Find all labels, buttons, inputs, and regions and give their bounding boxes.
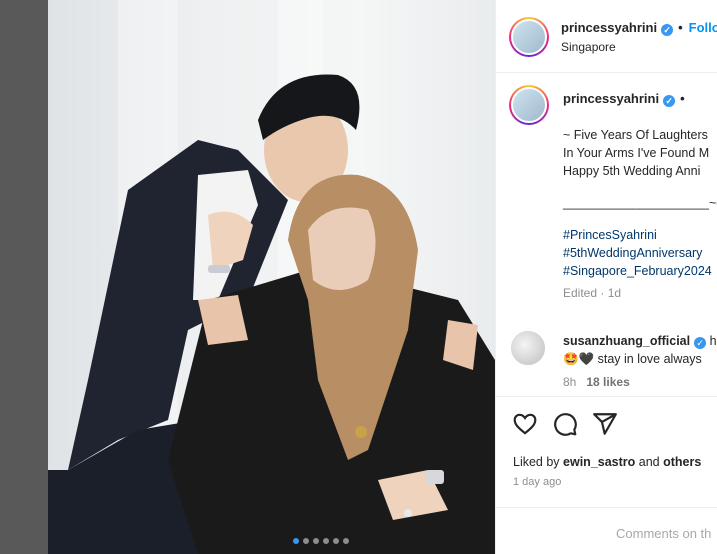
- hashtag-link[interactable]: #Singapore_February2024: [563, 262, 717, 280]
- carousel-dots: [293, 538, 349, 544]
- caption-avatar[interactable]: [509, 85, 549, 125]
- caption-line: In Your Arms I've Found M: [563, 146, 710, 160]
- carousel-dot: [293, 538, 299, 544]
- share-icon[interactable]: [592, 411, 618, 437]
- comment-extra: h: [709, 334, 717, 348]
- hashtag-link[interactable]: #PrincesSyahrini: [563, 226, 717, 244]
- comment-time: 8h: [563, 375, 577, 389]
- commenter-username[interactable]: susanzhuang_official: [563, 334, 690, 348]
- verified-badge-icon: ✓: [661, 24, 674, 36]
- carousel-dot: [313, 538, 319, 544]
- post-sidebar: princessyahrini ✓ • Follo Singapore princes…: [495, 0, 717, 554]
- caption-signature: _____________________~δ: [563, 196, 717, 210]
- carousel-dot: [333, 538, 339, 544]
- header-username[interactable]: princessyahrini: [561, 20, 657, 35]
- post-time: 1 day ago: [513, 476, 562, 488]
- comment: susanzhuang_official ✓ h 🤩🖤 stay in love …: [563, 334, 717, 389]
- caption-text: ~ Five Years Of Laughters In Your Arms I…: [563, 126, 717, 302]
- carousel-dot: [343, 538, 349, 544]
- comment-likes[interactable]: 18 likes: [586, 375, 629, 389]
- verified-badge-icon: ✓: [663, 95, 676, 107]
- liked-by: Liked by ewin_sastro and others: [513, 455, 701, 469]
- caption-username-row: princessyahrini ✓ •: [563, 91, 685, 107]
- carousel-dot: [303, 538, 309, 544]
- verified-badge-icon: ✓: [694, 337, 707, 349]
- post-header: princessyahrini ✓ • Follo Singapore: [496, 0, 717, 73]
- heart-icon[interactable]: [512, 411, 538, 437]
- post-photo[interactable]: ›: [48, 0, 495, 554]
- caption-edited: Edited · 1d: [563, 286, 622, 300]
- commenter-avatar[interactable]: [511, 331, 545, 365]
- header-username-row: princessyahrini ✓ • Follo: [561, 20, 717, 36]
- caption-username[interactable]: princessyahrini: [563, 91, 659, 106]
- avatar[interactable]: [509, 17, 549, 57]
- overlay-backdrop: [0, 0, 48, 554]
- liked-by-user[interactable]: ewin_sastro: [563, 455, 635, 469]
- carousel-dot: [323, 538, 329, 544]
- separator-dot: •: [678, 20, 683, 35]
- follow-button[interactable]: Follo: [689, 20, 717, 35]
- liked-by-and: and: [635, 455, 664, 469]
- comment-bar[interactable]: Comments on th: [496, 507, 717, 554]
- comment-input-placeholder[interactable]: Comments on th: [616, 526, 711, 541]
- couple-illustration: [48, 74, 495, 554]
- hashtag-link[interactable]: #5thWeddingAnniversary: [563, 244, 717, 262]
- liked-by-prefix: Liked by: [513, 455, 564, 469]
- comment-text: 🤩🖤 stay in love always: [563, 352, 702, 366]
- separator-dot: •: [680, 91, 685, 106]
- comment-icon[interactable]: [552, 411, 578, 437]
- post-actions: Liked by ewin_sastro and others: [496, 396, 717, 477]
- caption-line: Happy 5th Wedding Anni: [563, 164, 701, 178]
- liked-by-others[interactable]: others: [663, 455, 701, 469]
- location-link[interactable]: Singapore: [561, 40, 616, 54]
- caption-line: ~ Five Years Of Laughters: [563, 128, 708, 142]
